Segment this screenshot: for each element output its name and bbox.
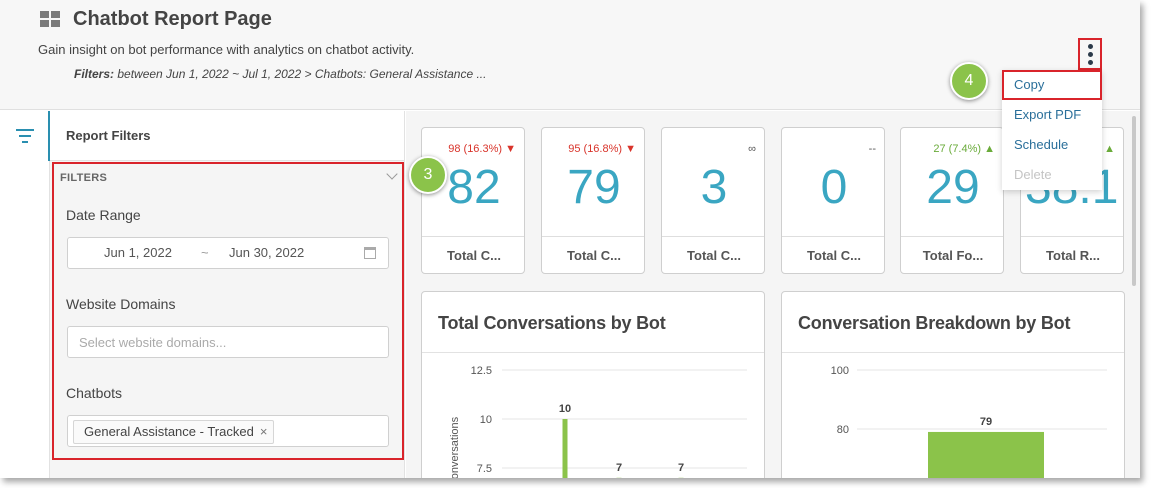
filters-summary-text: between Jun 1, 2022 ~ Jul 1, 2022 > Chat…	[114, 67, 487, 81]
kpi-label: Total Fo...	[901, 236, 1003, 273]
kpi-delta: --	[868, 143, 876, 155]
website-domains-input[interactable]: Select website domains...	[67, 326, 389, 358]
chatbots-label: Chatbots	[66, 385, 123, 401]
remove-tag-icon[interactable]: ×	[260, 424, 268, 439]
kpi-delta: 98 (16.3%) ▼	[448, 143, 516, 155]
calendar-icon[interactable]	[364, 247, 376, 259]
menu-item-export-pdf[interactable]: Export PDF	[1002, 100, 1102, 130]
kpi-label: Total C...	[782, 236, 884, 273]
kpi-delta: ▲	[1104, 143, 1115, 155]
kpi-delta: 27 (7.4%) ▲	[933, 143, 995, 155]
date-range-picker[interactable]: Jun 1, 2022 ~ Jun 30, 2022	[67, 237, 389, 269]
options-menu: Copy Export PDF Schedule Delete	[1002, 70, 1102, 190]
y-axis-label: Conversations	[449, 416, 461, 478]
kpi-value: 0	[820, 161, 848, 214]
chart-card-conversation-breakdown: Conversation Breakdown by Bot 100 80 79	[781, 291, 1125, 478]
menu-item-schedule[interactable]: Schedule	[1002, 130, 1102, 160]
report-filters-panel: Report Filters FILTERS Date Range Jun 1,…	[50, 111, 405, 478]
kpi-label: Total C...	[542, 236, 644, 273]
chatbot-tag: General Assistance - Tracked ×	[73, 420, 275, 444]
date-from: Jun 1, 2022	[104, 245, 172, 260]
data-label: 7	[616, 462, 622, 474]
filters-section-label: FILTERS	[60, 172, 108, 184]
conversations-bar-chart: 12.5 10 7.5 Conversations 10 7 7	[449, 365, 747, 478]
y-tick-label: 12.5	[471, 365, 492, 377]
kpi-value: 29	[926, 161, 980, 214]
kpi-value: 3	[700, 161, 728, 214]
report-window: Chatbot Report Page Gain insight on bot …	[0, 0, 1140, 478]
filters-summary-label: Filters:	[74, 67, 115, 81]
kebab-dot-icon	[1087, 59, 1093, 65]
more-options-button[interactable]	[1078, 38, 1102, 70]
data-label: 7	[678, 462, 684, 474]
kpi-label: Total C...	[422, 236, 524, 273]
menu-item-delete: Delete	[1014, 167, 1052, 182]
chart-bar	[562, 419, 568, 478]
chatbots-select[interactable]: General Assistance - Tracked ×	[67, 415, 389, 447]
chart-bar	[928, 431, 1044, 478]
report-filters-title: Report Filters	[50, 111, 404, 161]
y-tick-label: 80	[837, 424, 849, 436]
kpi-value: 79	[567, 161, 621, 214]
menu-item-copy[interactable]: Copy	[1002, 70, 1102, 100]
filters-summary: Filters: between Jun 1, 2022 ~ Jul 1, 20…	[74, 67, 486, 81]
date-separator: ~	[201, 245, 209, 260]
website-domains-label: Website Domains	[66, 296, 176, 312]
chevron-down-icon[interactable]	[386, 168, 398, 180]
kpi-delta: 95 (16.8%) ▼	[568, 143, 636, 155]
kpi-card[interactable]: -- 0 Total C...	[781, 127, 885, 274]
kpi-card[interactable]: 98 (16.3%) ▼ 82 Total C...	[421, 127, 525, 274]
website-domains-placeholder: Select website domains...	[79, 335, 227, 350]
kebab-dot-icon	[1087, 51, 1093, 57]
page-subtitle: Gain insight on bot performance with ana…	[38, 42, 415, 57]
chatbot-tag-label: General Assistance - Tracked	[84, 424, 254, 439]
kebab-dot-icon	[1087, 43, 1093, 49]
filter-icon[interactable]	[16, 129, 34, 143]
kpi-card[interactable]: 27 (7.4%) ▲ 29 Total Fo...	[900, 127, 1004, 274]
filters-section: FILTERS Date Range Jun 1, 2022 ~ Jun 30,…	[52, 162, 404, 460]
date-to: Jun 30, 2022	[229, 245, 305, 260]
y-tick-label: 10	[480, 414, 492, 426]
date-range-label: Date Range	[66, 207, 141, 223]
kpi-delta: ∞	[748, 143, 756, 155]
kpi-label: Total R...	[1021, 236, 1123, 273]
kpi-label: Total C...	[662, 236, 764, 273]
dashboard-grid-icon	[40, 11, 60, 27]
page-title: Chatbot Report Page	[73, 8, 272, 30]
breakdown-bar-chart: 100 80 79	[831, 365, 1107, 478]
kpi-card[interactable]: 95 (16.8%) ▼ 79 Total C...	[541, 127, 645, 274]
kpi-card[interactable]: ∞ 3 Total C...	[661, 127, 765, 274]
y-tick-label: 100	[831, 365, 849, 377]
sidebar-rail	[0, 111, 50, 478]
y-tick-label: 7.5	[477, 463, 492, 475]
chart-card-conversations-by-bot: Total Conversations by Bot 12.5 10 7.5 Conv…	[421, 291, 765, 478]
data-label: 10	[559, 403, 571, 415]
callout-badge-4: 4	[950, 62, 988, 100]
data-label: 79	[980, 416, 992, 428]
main-scrollbar[interactable]	[1132, 116, 1136, 286]
callout-badge-3: 3	[409, 156, 447, 194]
